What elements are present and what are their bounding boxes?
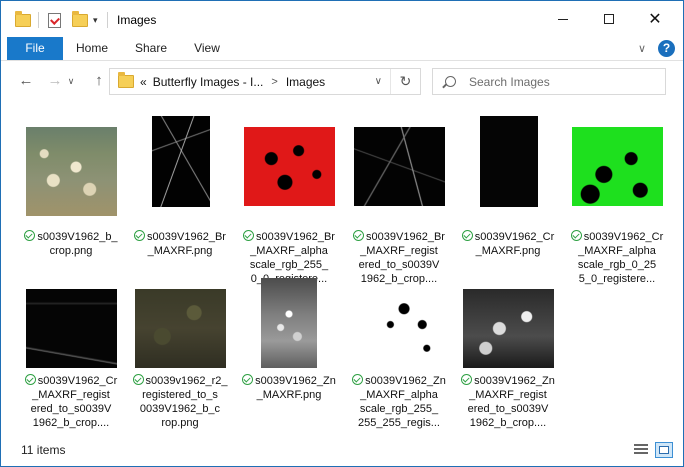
search-box[interactable] bbox=[432, 68, 666, 95]
file-name[interactable]: s0039V1962_Cr _MAXRF.png bbox=[456, 230, 560, 258]
search-icon bbox=[445, 76, 456, 87]
thumbnail-image[interactable] bbox=[463, 289, 554, 368]
chevron-down-icon: ∨ bbox=[67, 76, 75, 86]
item-count: 11 items bbox=[21, 443, 66, 457]
thumbnail-image[interactable] bbox=[572, 127, 663, 206]
large-icons-icon bbox=[659, 446, 669, 454]
thumbnail-image[interactable] bbox=[135, 289, 226, 368]
file-name[interactable]: s0039V1962_Zn _MAXRF_alpha scale_rgb_255… bbox=[347, 374, 451, 430]
breadcrumb-separator-icon[interactable]: > bbox=[271, 76, 277, 88]
thumbnail-image[interactable] bbox=[26, 127, 117, 216]
forward-arrow-icon: → bbox=[47, 72, 63, 89]
large-icons-view-button[interactable] bbox=[655, 442, 673, 458]
status-bar: 11 items bbox=[1, 435, 683, 466]
sync-ok-icon bbox=[461, 230, 473, 241]
tab-view[interactable]: View bbox=[182, 37, 232, 60]
qa-separator bbox=[38, 10, 39, 30]
back-arrow-icon: ← bbox=[18, 72, 34, 89]
customize-quick-access-icon[interactable]: ▾ bbox=[93, 10, 98, 30]
recent-locations-button[interactable]: ∨ bbox=[65, 71, 77, 91]
file-list: s0039V1962_b_ crop.png s0039V1962_Br _MA… bbox=[1, 103, 683, 433]
folder-icon bbox=[118, 72, 134, 88]
file-name[interactable]: s0039V1962_Cr _MAXRF_alpha scale_rgb_0_2… bbox=[565, 230, 669, 286]
tab-home[interactable]: Home bbox=[67, 37, 117, 60]
address-dropdown-icon[interactable]: ∨ bbox=[375, 76, 382, 87]
file-name[interactable]: s0039V1962_b_ crop.png bbox=[19, 230, 123, 258]
breadcrumb-overflow[interactable]: « bbox=[140, 75, 147, 89]
breadcrumb-images[interactable]: Images bbox=[286, 75, 325, 89]
close-icon: ✕ bbox=[648, 11, 662, 28]
details-view-button[interactable] bbox=[632, 442, 650, 458]
maximize-icon bbox=[604, 14, 614, 24]
up-button[interactable]: ↑ bbox=[88, 71, 110, 91]
sync-ok-icon bbox=[134, 230, 146, 241]
sync-ok-icon bbox=[461, 374, 473, 385]
file-name[interactable]: s0039V1962_Cr _MAXRF_regist ered_to_s003… bbox=[19, 374, 123, 430]
refresh-button[interactable]: ↻ bbox=[390, 69, 420, 94]
file-name[interactable]: s0039v1962_r2_ registered_to_s 0039V1962… bbox=[128, 374, 232, 430]
window-title: Images bbox=[117, 13, 157, 27]
ribbon-tabs: File Home Share View ∨ ? bbox=[1, 37, 683, 61]
sync-ok-icon bbox=[352, 374, 364, 385]
thumbnail-image[interactable] bbox=[261, 278, 317, 368]
sync-ok-icon bbox=[353, 230, 365, 241]
search-input[interactable] bbox=[469, 73, 659, 91]
navigation-bar: ← → ∨ ↑ « Butterfly Images - I... > Imag… bbox=[1, 62, 683, 102]
file-name[interactable]: s0039V1962_Zn _MAXRF.png bbox=[237, 374, 341, 402]
forward-button[interactable]: → bbox=[44, 71, 66, 91]
file-name[interactable]: s0039V1962_Br _MAXRF_regist ered_to_s003… bbox=[347, 230, 451, 286]
breadcrumb-butterfly-images[interactable]: Butterfly Images - I... bbox=[153, 75, 264, 89]
file-name[interactable]: s0039V1962_Zn _MAXRF_regist ered_to_s003… bbox=[456, 374, 560, 430]
thumbnail-image[interactable] bbox=[354, 127, 445, 206]
minimize-icon bbox=[558, 18, 568, 20]
back-button[interactable]: ← bbox=[15, 71, 37, 91]
title-bar: ▾ Images ✕ bbox=[1, 1, 683, 37]
address-bar[interactable]: « Butterfly Images - I... > Images ∨ ↻ bbox=[109, 68, 421, 95]
tab-file[interactable]: File bbox=[7, 37, 63, 60]
minimize-button[interactable] bbox=[540, 1, 586, 37]
sync-ok-icon bbox=[570, 230, 582, 241]
properties-icon[interactable] bbox=[48, 10, 61, 30]
new-folder-icon[interactable] bbox=[72, 10, 88, 30]
thumbnail-image[interactable] bbox=[354, 289, 445, 368]
qa-separator bbox=[107, 10, 108, 30]
refresh-icon: ↻ bbox=[399, 73, 412, 89]
sync-ok-icon bbox=[243, 230, 255, 241]
sync-ok-icon bbox=[132, 374, 144, 385]
file-name[interactable]: s0039V1962_Br _MAXRF.png bbox=[128, 230, 232, 258]
sync-ok-icon bbox=[242, 374, 254, 385]
file-explorer-window: ▾ Images ✕ File Home Share View ∨ ? ← → … bbox=[0, 0, 684, 467]
help-icon[interactable]: ? bbox=[658, 40, 675, 57]
expand-ribbon-icon[interactable]: ∨ bbox=[638, 42, 646, 55]
thumbnail-image[interactable] bbox=[480, 116, 538, 207]
thumbnail-image[interactable] bbox=[26, 289, 117, 368]
thumbnail-image[interactable] bbox=[152, 116, 210, 207]
breadcrumb: « Butterfly Images - I... > Images bbox=[140, 75, 325, 89]
maximize-button[interactable] bbox=[586, 1, 632, 37]
sync-ok-icon bbox=[24, 374, 36, 385]
close-button[interactable]: ✕ bbox=[632, 1, 678, 37]
up-arrow-icon: ↑ bbox=[95, 72, 103, 89]
thumbnail-image[interactable] bbox=[244, 127, 335, 206]
tab-share[interactable]: Share bbox=[126, 37, 176, 60]
sync-ok-icon bbox=[24, 230, 36, 241]
folder-icon bbox=[15, 10, 31, 30]
